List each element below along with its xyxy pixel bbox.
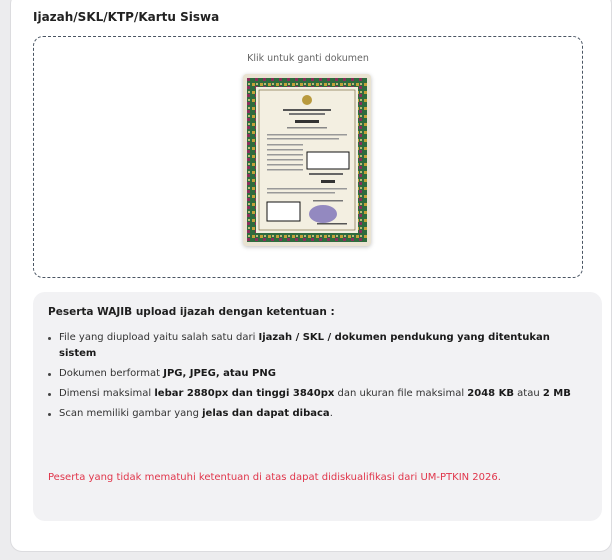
document-preview[interactable] (243, 74, 371, 246)
document-image-icon (243, 74, 371, 246)
change-document-hint[interactable]: Klik untuk ganti dokumen (34, 53, 582, 64)
document-dropzone[interactable]: Klik untuk ganti dokumen (33, 36, 583, 278)
rules-title: Peserta WAJIB upload ijazah dengan keten… (48, 306, 335, 318)
disqualification-warning: Peserta yang tidak mematuhi ketentuan di… (48, 472, 501, 483)
upload-rules-panel: Peserta WAJIB upload ijazah dengan keten… (33, 292, 602, 521)
rule-item: Dokumen berformat JPG, JPEG, atau PNG (48, 366, 578, 382)
rule-item: File yang diupload yaitu salah satu dari… (48, 330, 578, 362)
rule-item: Dimensi maksimal lebar 2880px dan tinggi… (48, 386, 578, 402)
rule-item: Scan memiliki gambar yang jelas dan dapa… (48, 406, 578, 422)
section-title: Ijazah/SKL/KTP/Kartu Siswa (33, 10, 220, 24)
rules-list: File yang diupload yaitu salah satu dari… (48, 330, 578, 426)
